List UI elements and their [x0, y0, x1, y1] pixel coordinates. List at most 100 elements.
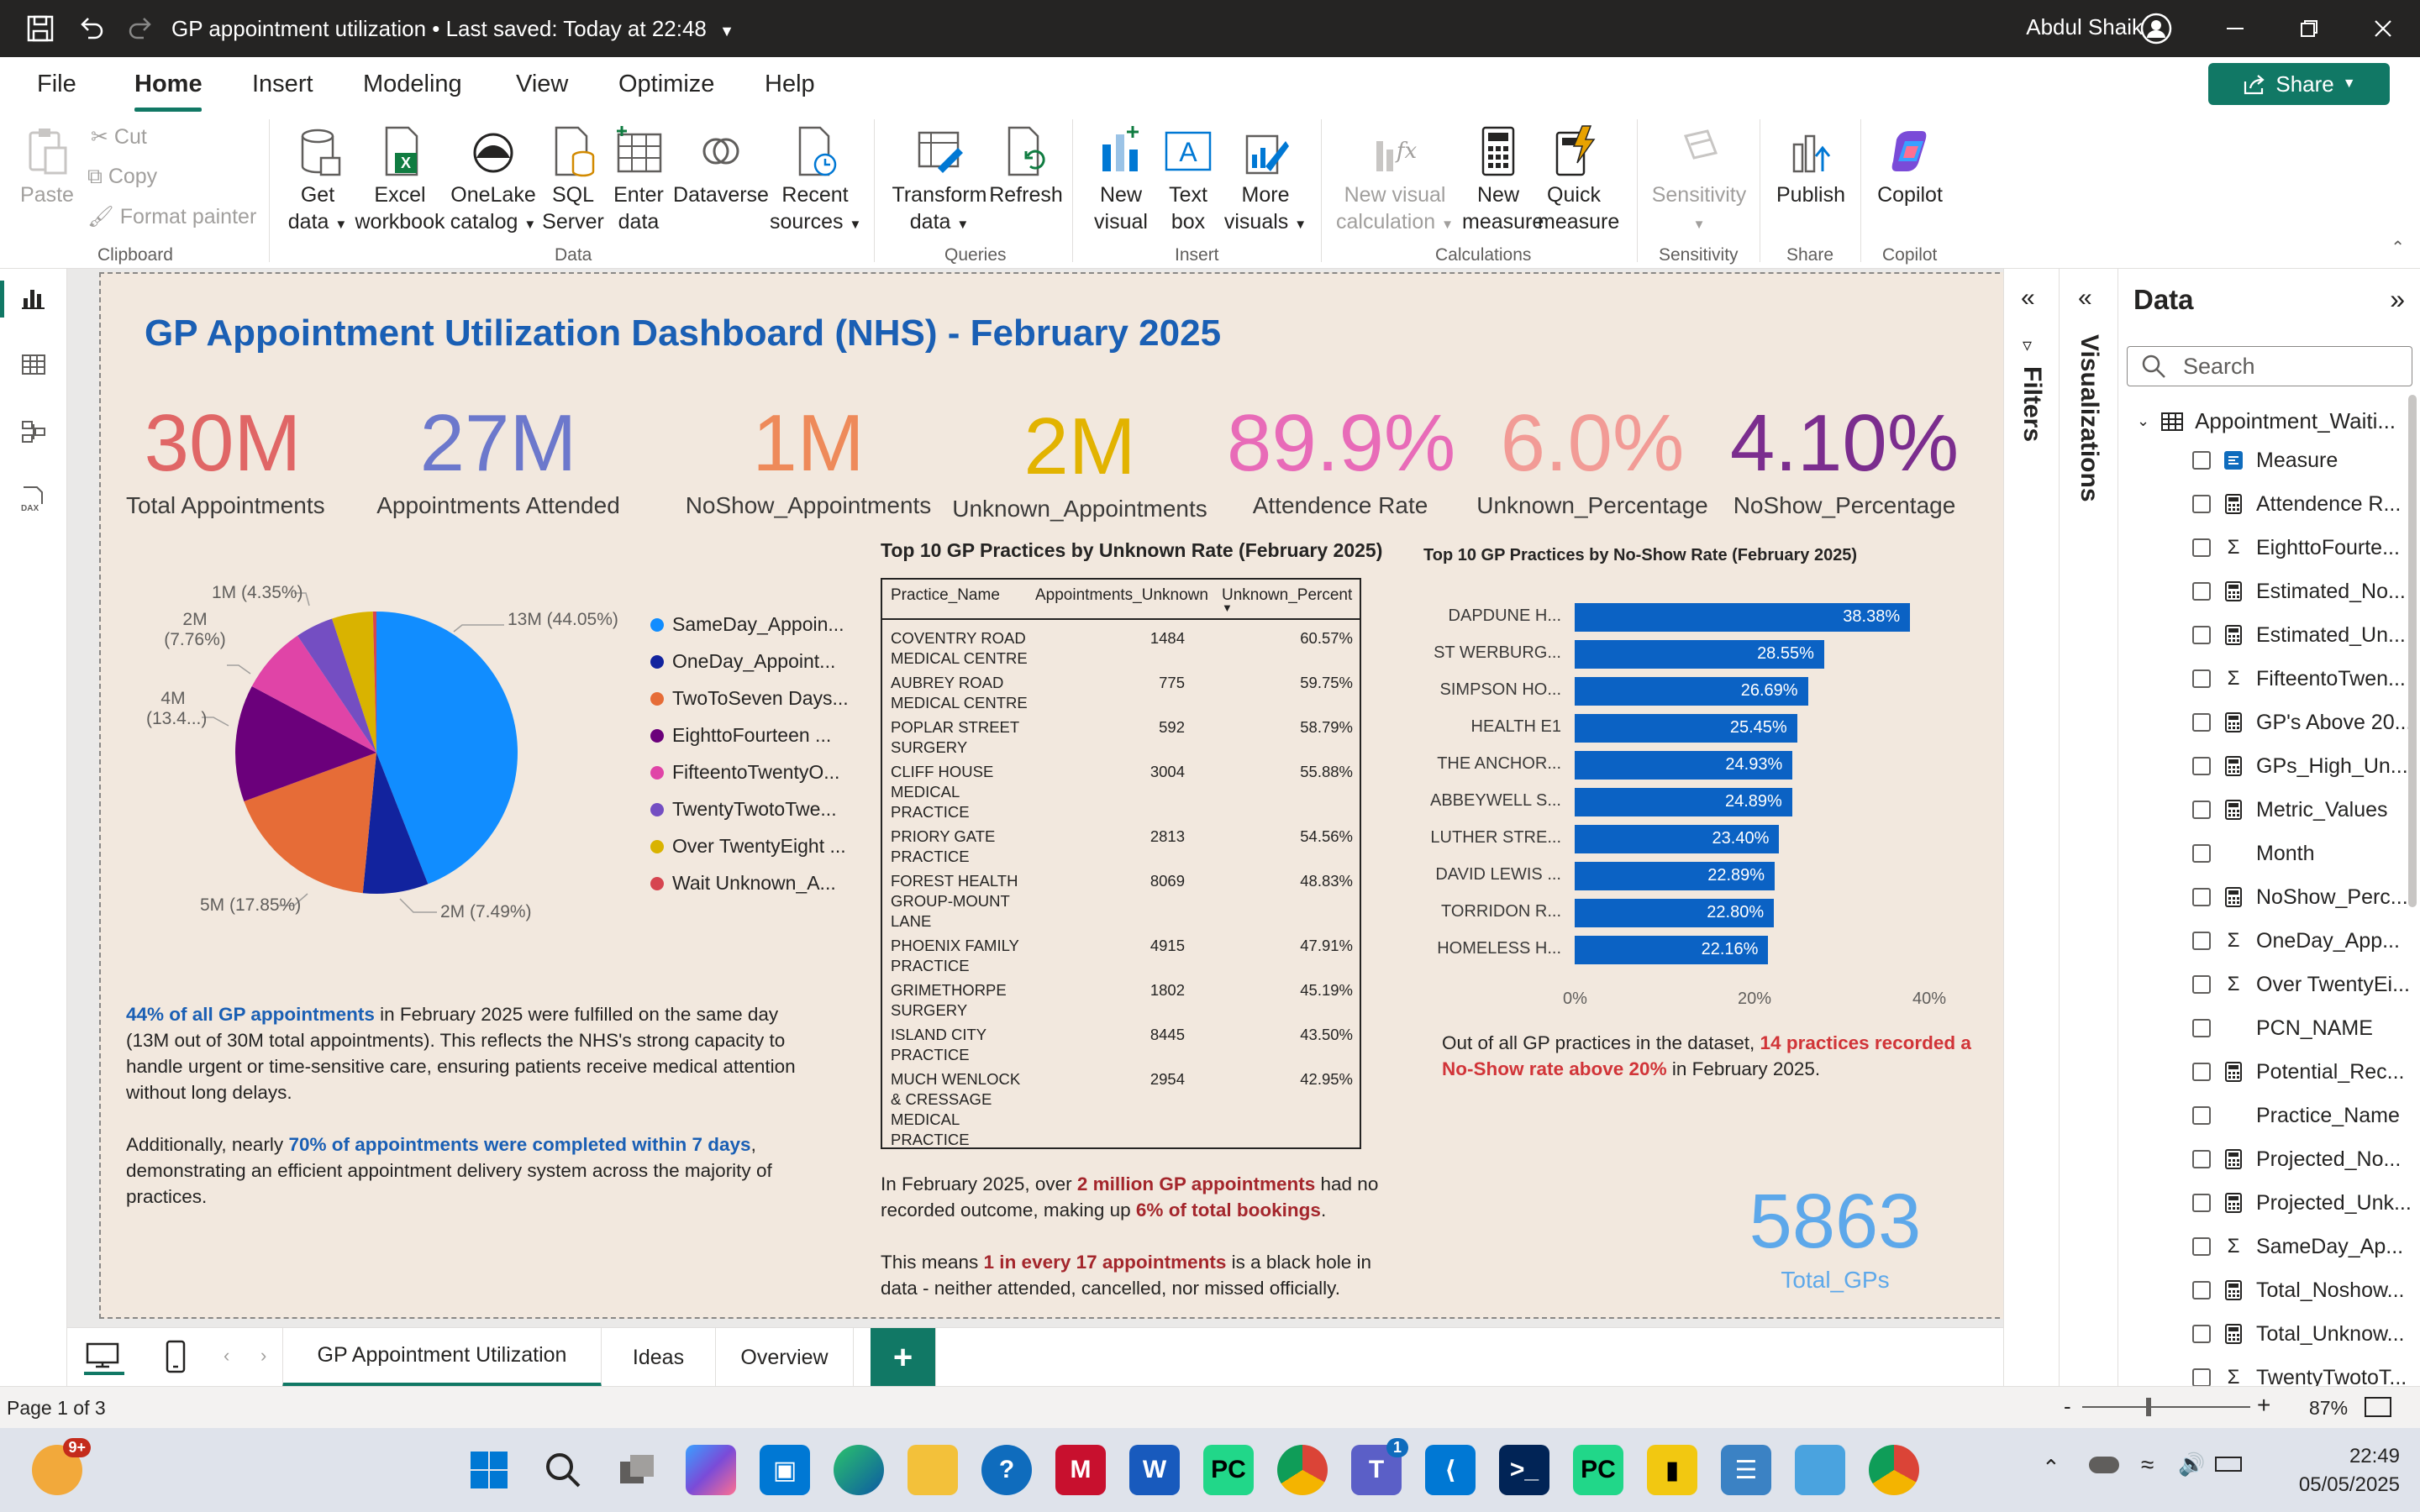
pycharm-icon[interactable]: PC: [1573, 1445, 1623, 1495]
app-icon[interactable]: [1795, 1445, 1845, 1495]
legend-item[interactable]: EighttoFourteen ...: [650, 724, 831, 747]
menu-tab-file[interactable]: File: [37, 71, 76, 98]
menu-tab-home[interactable]: Home: [134, 71, 203, 98]
field-checkbox[interactable]: [2192, 1281, 2211, 1299]
kpi-card-attendence-rate[interactable]: 89.9% Attendence Rate: [1227, 400, 1455, 519]
menu-tab-help[interactable]: Help: [765, 71, 815, 98]
redo-icon[interactable]: [124, 12, 158, 45]
scroll-right-icon[interactable]: ›: [260, 1345, 266, 1367]
field-checkbox[interactable]: [2192, 1237, 2211, 1256]
field-checkbox[interactable]: [2192, 451, 2211, 470]
field-checkbox[interactable]: [2192, 932, 2211, 950]
desktop-layout-icon[interactable]: [84, 1341, 124, 1375]
volume-icon[interactable]: 🔊: [2178, 1452, 2205, 1478]
field-checkbox[interactable]: [2192, 538, 2211, 557]
task-view-icon[interactable]: [612, 1445, 662, 1495]
tray-chevron-up-icon[interactable]: ⌃: [2042, 1455, 2060, 1481]
zoom-level[interactable]: 87%: [2309, 1397, 2348, 1420]
legend-item[interactable]: FifteentoTwentyO...: [650, 761, 839, 784]
table-row[interactable]: AUBREY ROAD MEDICAL CENTRE 775 59.75%: [882, 673, 1360, 713]
transform-data-button[interactable]: Transform data ▼: [889, 124, 990, 239]
wifi-icon[interactable]: ≈: [2141, 1452, 2154, 1478]
field-item[interactable]: NoShow_Perc...: [2192, 880, 2408, 914]
model-view-icon[interactable]: [17, 415, 50, 449]
share-button[interactable]: Share ▼: [2208, 63, 2390, 105]
kpi-card-unknown-percentage[interactable]: 6.0% Unknown_Percentage: [1470, 400, 1714, 519]
insight-text-same-day[interactable]: 44% of all GP appointments in February 2…: [126, 1001, 798, 1210]
table-row[interactable]: COVENTRY ROAD MEDICAL CENTRE 1484 60.57%: [882, 628, 1360, 669]
vscode-icon[interactable]: ⟨: [1425, 1445, 1476, 1495]
save-icon[interactable]: [24, 12, 57, 45]
table-row[interactable]: PHOENIX FAMILY PRACTICE 4915 47.91%: [882, 936, 1360, 976]
insight-text-noshow[interactable]: Out of all GP practices in the dataset, …: [1442, 1030, 1980, 1082]
legend-item[interactable]: Wait Unknown_A...: [650, 872, 836, 895]
field-checkbox[interactable]: [2192, 801, 2211, 819]
field-item[interactable]: Attendence R...: [2192, 487, 2401, 521]
field-item[interactable]: Measure: [2192, 444, 2338, 477]
column-header[interactable]: Appointments_Unknown: [1035, 586, 1208, 605]
insight-text-unknown[interactable]: In February 2025, over 2 million GP appo…: [881, 1171, 1402, 1301]
start-icon[interactable]: [464, 1445, 514, 1495]
chevron-down-icon[interactable]: ▼: [719, 23, 734, 39]
powershell-icon[interactable]: >_: [1499, 1445, 1549, 1495]
help-icon[interactable]: ?: [981, 1445, 1032, 1495]
legend-item[interactable]: TwentyTwotoTwe...: [650, 798, 837, 821]
field-item[interactable]: Total_Unknow...: [2192, 1317, 2405, 1351]
field-item[interactable]: Σ TwentyTwotoT...: [2192, 1361, 2407, 1386]
collapse-ribbon-icon[interactable]: ⌃: [2391, 237, 2405, 258]
report-view-icon[interactable]: [17, 281, 50, 314]
data-search-input[interactable]: Search: [2127, 346, 2412, 386]
unknown-rate-table[interactable]: Practice_Name Appointments_Unknown Unkno…: [881, 578, 1361, 1149]
legend-item[interactable]: TwoToSeven Days...: [650, 687, 849, 710]
minimize-icon[interactable]: [2218, 12, 2252, 45]
undo-icon[interactable]: [74, 12, 108, 45]
excel-workbook-button[interactable]: X Excel workbook: [353, 124, 447, 235]
field-item[interactable]: Σ OneDay_App...: [2192, 924, 2400, 958]
notepad-icon[interactable]: ☰: [1721, 1445, 1771, 1495]
new-visual-button[interactable]: New visual: [1084, 124, 1158, 235]
copy-button[interactable]: ⧉ Copy: [87, 165, 157, 189]
page-tab-overview[interactable]: Overview: [716, 1328, 854, 1387]
field-checkbox[interactable]: [2192, 1106, 2211, 1125]
onelake-catalog-button[interactable]: OneLake catalog ▼: [449, 124, 538, 239]
mcafee-icon[interactable]: M: [1055, 1445, 1106, 1495]
fit-to-page-icon[interactable]: [2365, 1397, 2391, 1417]
powerbi-icon[interactable]: ▮: [1647, 1445, 1697, 1495]
search-icon[interactable]: [538, 1445, 588, 1495]
filters-pane[interactable]: « ▿ Filters: [2003, 269, 2059, 1386]
menu-tab-modeling[interactable]: Modeling: [363, 71, 462, 98]
field-item[interactable]: Σ SameDay_Ap...: [2192, 1230, 2403, 1263]
restore-icon[interactable]: [2292, 12, 2326, 45]
dataverse-button[interactable]: Dataverse: [672, 124, 770, 208]
sensitivity-button[interactable]: Sensitivity ▼: [1650, 124, 1748, 239]
file-explorer-icon[interactable]: [908, 1445, 958, 1495]
field-item[interactable]: PCN_NAME: [2192, 1011, 2373, 1045]
weather-icon[interactable]: 9+: [32, 1438, 91, 1495]
table-view-icon[interactable]: [17, 348, 50, 381]
clock-date[interactable]: 05/05/2025: [2291, 1473, 2400, 1497]
scroll-left-icon[interactable]: ‹: [224, 1345, 229, 1367]
field-checkbox[interactable]: [2192, 844, 2211, 863]
quick-measure-button[interactable]: Quick measure: [1538, 124, 1619, 235]
field-checkbox[interactable]: [2192, 669, 2211, 688]
add-page-button[interactable]: +: [871, 1328, 936, 1387]
field-item[interactable]: Month: [2192, 837, 2314, 870]
close-icon[interactable]: [2366, 12, 2400, 45]
visualizations-pane-label[interactable]: Visualizations: [2075, 334, 2103, 502]
paste-button[interactable]: Paste: [17, 124, 77, 208]
sort-desc-icon[interactable]: ▼: [1222, 601, 1233, 614]
legend-item[interactable]: Over TwentyEight ...: [650, 835, 846, 858]
field-checkbox[interactable]: [2192, 975, 2211, 994]
menu-tab-optimize[interactable]: Optimize: [618, 71, 714, 98]
kpi-card-noshow-percentage[interactable]: 4.10% NoShow_Percentage: [1723, 400, 1966, 519]
legend-item[interactable]: OneDay_Appoint...: [650, 650, 835, 673]
chrome-icon[interactable]: [1277, 1445, 1328, 1495]
publish-button[interactable]: Publish: [1773, 124, 1849, 208]
refresh-button[interactable]: Refresh: [988, 124, 1064, 208]
window-title[interactable]: GP appointment utilization • Last saved:…: [171, 16, 734, 42]
table-row[interactable]: MUCH WENLOCK & CRESSAGE MEDICAL PRACTICE…: [882, 1069, 1360, 1150]
copilot-button[interactable]: Copilot: [1870, 124, 1949, 208]
field-item[interactable]: Σ EighttoFourte...: [2192, 531, 2400, 564]
new-visual-calculation-button[interactable]: fx New visual calculation ▼: [1336, 124, 1454, 239]
collapse-right-icon[interactable]: »: [2390, 284, 2405, 315]
